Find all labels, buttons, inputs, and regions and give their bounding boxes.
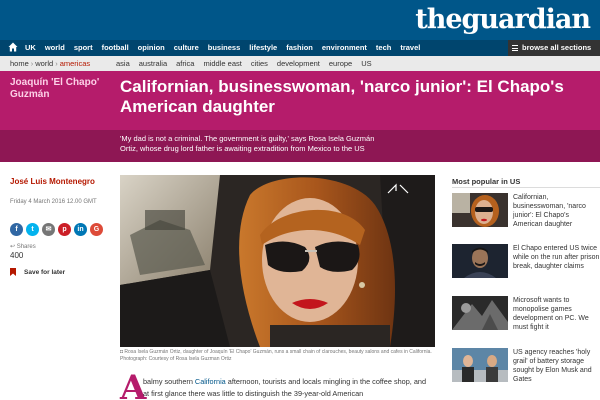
photo-illustration (120, 175, 435, 347)
main-nav: UK world sport football opinion culture busine… (0, 40, 600, 56)
nav-item-tech[interactable]: tech (376, 43, 391, 52)
nav-item-opinion[interactable]: opinion (138, 43, 165, 52)
subnav-item-cities[interactable]: cities (251, 59, 268, 68)
facebook-icon[interactable]: f (10, 223, 23, 236)
thumbnail-image (452, 296, 508, 330)
most-popular-heading: Most popular in US (452, 177, 521, 186)
linkedin-icon[interactable]: in (74, 223, 87, 236)
subnav-item-development[interactable]: development (277, 59, 320, 68)
nav-item-travel[interactable]: travel (400, 43, 420, 52)
most-popular-title: US agency reaches 'holy grail' of batter… (513, 349, 592, 383)
breadcrumb: home › world › americas (10, 59, 90, 68)
twitter-icon[interactable]: t (26, 223, 39, 236)
article-headline: Californian, businesswoman, 'narco junio… (120, 77, 564, 116)
share-arrow-icon: ↩ (10, 244, 16, 250)
most-popular-title: Microsoft wants to monopolise games deve… (513, 297, 589, 331)
shares-count: 400 (10, 251, 24, 260)
region-links: asia australia africa middle east cities deve… (116, 59, 372, 68)
publish-date: Friday 4 March 2016 12.00 GMT (10, 199, 97, 205)
image-caption: ◘ Rosa Isela Guzmán Ortiz, daughter of J… (120, 349, 435, 363)
subnav-item-europe[interactable]: europe (329, 59, 352, 68)
browse-label: browse all sections (522, 43, 592, 52)
nav-item-environment[interactable]: environment (322, 43, 367, 52)
nav-item-business[interactable]: business (208, 43, 241, 52)
subnav-item-us[interactable]: US (361, 59, 371, 68)
article-standfirst: 'My dad is not a criminal. The governmen… (120, 134, 375, 153)
guardian-logo[interactable]: theguardian (415, 4, 591, 35)
email-icon[interactable]: ✉ (42, 223, 55, 236)
save-for-later-button[interactable]: Save for later (10, 268, 65, 276)
breadcrumb-separator: › (30, 59, 34, 68)
nav-item-fashion[interactable]: fashion (286, 43, 313, 52)
body-text-start: balmy southern (143, 377, 195, 386)
most-popular-item[interactable]: Californian, businesswoman, 'narco junio… (452, 193, 600, 233)
nav-item-world[interactable]: world (45, 43, 65, 52)
subnav-item-middle-east[interactable]: middle east (203, 59, 241, 68)
home-icon[interactable] (8, 42, 18, 52)
nav-item-sport[interactable]: sport (74, 43, 93, 52)
subnav-item-australia[interactable]: australia (139, 59, 167, 68)
shares-label: ↩ Shares (10, 243, 36, 250)
camera-icon: ◘ (120, 349, 124, 355)
author-name[interactable]: José Luis Montenegro (10, 177, 95, 186)
most-popular-title: El Chapo entered US twice while on the r… (513, 245, 600, 270)
article-main-image (120, 175, 435, 347)
most-popular-item[interactable]: El Chapo entered US twice while on the r… (452, 244, 600, 284)
headline-band: Joaquín 'El Chapo' Guzmán Californian, b… (0, 71, 600, 130)
breadcrumb-americas[interactable]: americas (60, 59, 90, 68)
standfirst-band: 'My dad is not a criminal. The governmen… (0, 130, 600, 162)
share-buttons: f t ✉ p in G (10, 223, 103, 236)
nav-links: UK world sport football opinion culture busine… (25, 43, 420, 52)
masthead: theguardian (0, 0, 600, 40)
caption-text: Rosa Isela Guzmán Ortiz, daughter of Joa… (120, 349, 432, 362)
subnav-item-africa[interactable]: africa (176, 59, 194, 68)
series-tag[interactable]: Joaquín 'El Chapo' Guzmán (10, 77, 110, 101)
most-popular-item[interactable]: US agency reaches 'holy grail' of batter… (452, 348, 600, 388)
breadcrumb-home[interactable]: home (10, 59, 29, 68)
nav-item-culture[interactable]: culture (174, 43, 199, 52)
pinterest-icon[interactable]: p (58, 223, 71, 236)
bookmark-icon (10, 268, 16, 276)
shares-label-text: Shares (16, 244, 36, 250)
california-link[interactable]: California (195, 377, 226, 386)
breadcrumb-separator: › (55, 59, 58, 68)
breadcrumb-world[interactable]: world (35, 59, 53, 68)
thumbnail-image (452, 348, 508, 382)
article-body: balmy southern California afternoon, tou… (143, 376, 433, 400)
nav-item-football[interactable]: football (102, 43, 129, 52)
sub-nav: home › world › americas asia australia africa m… (0, 56, 600, 71)
save-label: Save for later (24, 268, 66, 276)
most-popular-item[interactable]: Microsoft wants to monopolise games deve… (452, 296, 600, 336)
menu-icon (512, 45, 518, 51)
thumbnail-image (452, 244, 508, 278)
most-popular-title: Californian, businesswoman, 'narco junio… (513, 194, 586, 228)
divider (452, 187, 600, 188)
thumbnail-image (452, 193, 508, 227)
subnav-item-asia[interactable]: asia (116, 59, 130, 68)
nav-item-lifestyle[interactable]: lifestyle (249, 43, 277, 52)
nav-item-uk[interactable]: UK (25, 43, 36, 52)
browse-all-sections-button[interactable]: browse all sections (508, 40, 600, 56)
googleplus-icon[interactable]: G (90, 223, 103, 236)
